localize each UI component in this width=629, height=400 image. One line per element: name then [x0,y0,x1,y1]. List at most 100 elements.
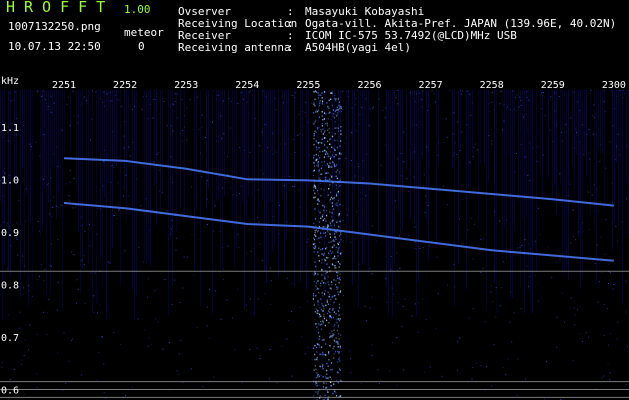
noise-speck [334,95,336,97]
noise-speck [389,370,390,372]
noise-speck [396,158,398,160]
noise-speck [52,153,54,155]
noise-speck [574,324,576,326]
noise-speck [603,334,605,336]
noise-speck [193,274,195,276]
noise-streak [70,90,71,151]
burst-pixel [313,237,315,239]
noise-speck [519,246,521,248]
noise-streak [28,90,29,307]
burst-pixel [320,323,323,325]
noise-streak [400,90,401,235]
noise-speck [506,219,508,221]
burst-pixel [340,395,342,397]
burst-pixel [337,127,339,130]
burst-pixel [318,322,320,325]
burst-pixel [319,94,321,96]
noise-streak [504,90,505,227]
noise-speck [542,154,544,156]
noise-speck [82,224,84,226]
burst-pixel [329,345,331,347]
noise-speck [30,146,32,147]
noise-speck [298,113,300,115]
noise-speck [213,376,215,378]
noise-streak [180,90,181,209]
burst-pixel [334,149,336,151]
noise-speck [2,136,4,138]
noise-speck [1,366,3,368]
noise-streak [306,90,307,290]
noise-speck [423,371,425,373]
burst-pixel [327,230,329,233]
burst-pixel [318,104,320,107]
noise-speck [93,295,95,297]
burst-pixel [337,318,339,320]
noise-speck [418,92,420,94]
noise-streak [284,90,285,275]
noise-speck [435,101,436,103]
noise-streak [428,90,429,261]
noise-streak [512,90,513,298]
noise-speck [564,124,566,126]
burst-pixel [323,118,325,120]
noise-speck [536,160,538,162]
noise-streak [402,90,403,229]
noise-speck [573,307,575,309]
noise-streak [26,90,27,198]
noise-speck [182,287,184,289]
burst-pixel [320,167,322,170]
noise-streak [582,90,583,277]
noise-speck [603,100,605,102]
burst-pixel [320,374,322,377]
burst-pixel [313,292,315,295]
noise-speck [429,366,431,368]
noise-speck [317,179,319,180]
noise-streak [246,90,247,219]
burst-pixel [321,138,323,140]
burst-pixel [327,310,330,312]
noise-streak [600,90,601,154]
burst-pixel [324,232,326,234]
noise-streak [40,90,41,236]
burst-pixel [323,317,325,320]
meteor-label: meteor [124,26,164,39]
noise-speck [68,195,70,197]
noise-speck [526,265,528,267]
y-tick-label: 0.9 [1,228,19,239]
noise-speck [528,285,530,287]
burst-pixel [320,320,322,323]
burst-pixel [321,262,323,264]
noise-streak [398,90,399,211]
burst-pixel [315,391,317,393]
noise-speck [468,93,470,95]
noise-streak [460,90,461,153]
noise-speck [269,230,271,232]
noise-speck [294,97,296,98]
noise-speck [514,97,516,99]
burst-pixel [315,146,317,148]
noise-speck [67,96,69,98]
burst-pixel [331,296,333,298]
burst-pixel [335,280,337,282]
noise-speck [543,92,544,93]
noise-speck [396,385,398,387]
noise-streak [212,90,213,316]
noise-speck [113,166,115,168]
noise-speck [477,149,479,151]
burst-pixel [325,153,327,155]
noise-speck [348,350,350,352]
noise-speck [18,327,20,329]
burst-pixel [336,106,338,109]
noise-speck [186,139,188,141]
noise-streak [80,90,81,295]
burst-pixel [321,111,323,113]
burst-pixel [323,293,326,295]
x-tick-label: 2258 [480,80,504,91]
burst-pixel [320,130,322,133]
noise-speck [147,118,149,120]
noise-speck [170,228,172,230]
noise-speck [503,120,505,122]
noise-speck [499,103,501,105]
noise-speck [591,194,593,196]
burst-pixel [325,354,327,357]
